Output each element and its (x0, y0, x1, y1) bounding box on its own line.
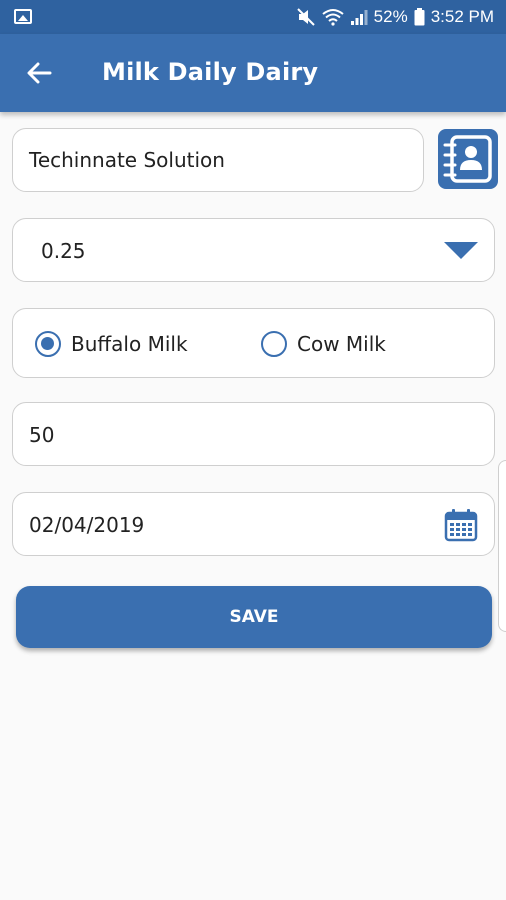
quantity-value: 0.25 (41, 239, 86, 263)
contact-book-icon (443, 135, 492, 183)
battery-icon (414, 8, 425, 26)
calendar-icon[interactable] (444, 508, 478, 542)
image-icon (14, 9, 32, 24)
radio-label-buffalo: Buffalo Milk (71, 332, 188, 356)
app-bar: Milk Daily Dairy (0, 34, 506, 112)
back-button[interactable] (22, 58, 56, 88)
radio-buffalo-milk[interactable]: Buffalo Milk (35, 329, 188, 359)
milk-type-radio-group: Buffalo Milk Cow Milk (12, 308, 495, 378)
signal-icon (350, 10, 368, 25)
date-field[interactable]: 02/04/2019 (12, 492, 495, 556)
dropdown-arrow-icon (444, 242, 478, 259)
save-button[interactable]: SAVE (16, 586, 492, 648)
arrow-left-icon (27, 62, 52, 84)
status-bar: 52% 3:52 PM (0, 0, 506, 34)
radio-cow-milk[interactable]: Cow Milk (261, 329, 386, 359)
battery-percent: 52% (373, 7, 408, 26)
radio-label-cow: Cow Milk (297, 332, 386, 356)
customer-name-value: Techinnate Solution (29, 148, 225, 172)
clock: 3:52 PM (430, 7, 494, 26)
customer-name-field[interactable]: Techinnate Solution (12, 128, 424, 192)
radio-checked-icon (35, 331, 61, 357)
radio-unchecked-icon (261, 331, 287, 357)
contact-picker-button[interactable] (438, 129, 498, 189)
status-icons: 52% 3:52 PM (296, 6, 494, 28)
page-title: Milk Daily Dairy (102, 58, 319, 86)
wifi-icon (322, 9, 344, 26)
quantity-dropdown[interactable]: 0.25 (12, 218, 495, 282)
edge-panel-handle[interactable] (498, 460, 506, 632)
amount-field[interactable]: 50 (12, 402, 495, 466)
date-value: 02/04/2019 (29, 513, 145, 537)
amount-value: 50 (29, 423, 55, 447)
mute-icon (296, 8, 315, 26)
